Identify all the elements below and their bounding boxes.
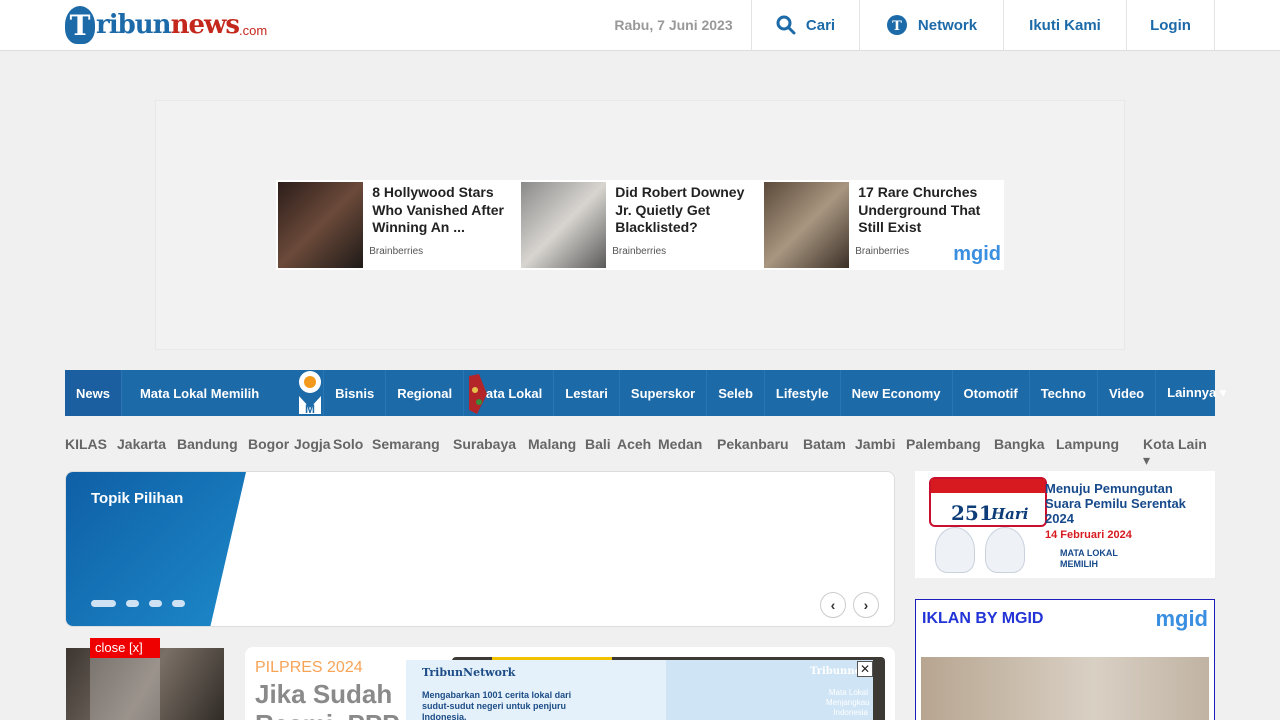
city-link[interactable]: Bali [585, 436, 611, 452]
nav-item-lestari[interactable]: Lestari [554, 370, 620, 416]
ad-thumbnail [278, 182, 364, 268]
city-link[interactable]: Batam [803, 436, 846, 452]
city-link-kilas[interactable]: KILAS [65, 436, 107, 452]
svg-text:M: M [305, 402, 315, 416]
ad-thumbnail [521, 182, 607, 268]
side-ad-title: IKLAN BY MGID [922, 610, 1044, 627]
city-link[interactable]: Surabaya [453, 436, 516, 452]
carousel-dot[interactable] [149, 600, 162, 607]
follow-button[interactable]: Ikuti Kami [1003, 0, 1126, 50]
ad-source: Brainberries [369, 246, 424, 257]
topik-pilihan-carousel: Topik Pilihan ‹ › [65, 471, 895, 627]
login-button[interactable]: Login [1126, 0, 1215, 50]
nav-item-bisnis[interactable]: Bisnis [324, 370, 387, 416]
city-link[interactable]: Pekanbaru [717, 436, 789, 452]
nav-item-mata-lokal-memilih[interactable]: Mata Lokal Memilih [122, 370, 325, 416]
svg-text:T: T [892, 19, 902, 34]
carousel-dots [91, 600, 185, 607]
network-t-icon: T [886, 14, 908, 36]
tribunnetwork-slogan: Mengabarkan 1001 cerita lokal dari sudut… [422, 690, 572, 720]
main-nav: News Mata Lokal Memilih Bisnis Regional … [65, 370, 1226, 416]
nav-item-regional[interactable]: Regional [386, 370, 465, 416]
city-link[interactable]: Medan [658, 436, 702, 452]
mgid-ad-row: 8 Hollywood Stars Who Vanished After Win… [276, 180, 1004, 270]
mgid-logo[interactable]: mgid [1155, 606, 1208, 632]
ad-title: 8 Hollywood Stars Who Vanished After Win… [372, 184, 504, 235]
ad-card[interactable]: 8 Hollywood Stars Who Vanished After Win… [276, 180, 519, 270]
nav-item-otomotif[interactable]: Otomotif [953, 370, 1030, 416]
city-link[interactable]: Bangka [994, 436, 1045, 452]
mata-lokal-memilih-logo: MATA LOKAL MEMILIH [1060, 548, 1118, 569]
current-date: Rabu, 7 Juni 2023 [614, 17, 733, 33]
city-link[interactable]: Aceh [617, 436, 651, 452]
city-link[interactable]: Bandung [177, 436, 238, 452]
city-link[interactable]: Bogor [248, 436, 289, 452]
tribunnews-slogan: Mata Lokal Menjangkau Indonesia [826, 688, 870, 717]
mgid-logo[interactable]: mgid [953, 243, 1001, 266]
ad-card[interactable]: 17 Rare Churches Underground That Still … [762, 180, 1005, 270]
search-label: Cari [805, 16, 836, 34]
nav-item-new-economy[interactable]: New Economy [841, 370, 953, 416]
tribunnews-logo[interactable]: T ribunnews .com [65, 5, 267, 45]
tribun-t-icon: T [65, 6, 95, 44]
pemilu-date: 14 Februari 2024 [1045, 529, 1132, 541]
ad-card[interactable]: Did Robert Downey Jr. Quietly Get Blackl… [519, 180, 762, 270]
site-header: T ribunnews .com Rabu, 7 Juni 2023 Cari … [0, 0, 1280, 51]
carousel-prev-button[interactable]: ‹ [820, 592, 846, 618]
ad-source: Brainberries [855, 246, 910, 257]
ad-title: 17 Rare Churches Underground That Still … [858, 184, 981, 235]
logo-text-domain: .com [239, 22, 268, 38]
city-link[interactable]: Jakarta [117, 436, 166, 452]
logo-text-news: news [170, 10, 240, 40]
mascot-icon [985, 527, 1025, 573]
close-icon[interactable]: ✕ [857, 661, 873, 677]
nav-item-video[interactable]: Video [1098, 370, 1157, 416]
city-link[interactable]: Malang [528, 436, 576, 452]
nav-item-news[interactable]: News [65, 370, 122, 416]
search-icon [776, 15, 796, 35]
mascot-icon [935, 527, 975, 573]
network-button[interactable]: T Network [859, 0, 1003, 50]
side-ad-image[interactable] [921, 657, 1209, 720]
city-link[interactable]: Solo [333, 436, 363, 452]
floating-ad-panel [90, 658, 160, 720]
city-link[interactable]: Jogja [294, 436, 331, 452]
city-link[interactable]: Palembang [906, 436, 981, 452]
side-ad: IKLAN BY MGID mgid [915, 599, 1215, 720]
nav-item-lainnya[interactable]: Lainnya ▾ [1156, 370, 1237, 416]
city-link[interactable]: Lampung [1056, 436, 1119, 452]
nav-item-techno[interactable]: Techno [1030, 370, 1098, 416]
carousel-dot[interactable] [172, 600, 185, 607]
pemilu-countdown-banner[interactable]: 251 Hari Menuju Pemungutan Suara Pemilu … [915, 471, 1215, 578]
nav-item-seleb[interactable]: Seleb [707, 370, 765, 416]
mata-lokal-decor-icon [467, 370, 489, 418]
city-link[interactable]: Semarang [372, 436, 440, 452]
ad-title: Did Robert Downey Jr. Quietly Get Blackl… [615, 184, 745, 235]
city-nav: KILAS Jakarta Bandung Bogor Jogja Solo S… [65, 436, 1215, 468]
carousel-next-button[interactable]: › [853, 592, 879, 618]
tribunnetwork-logo: TribunNetwork [422, 666, 516, 679]
nav-item-lifestyle[interactable]: Lifestyle [765, 370, 841, 416]
countdown-unit: Hari [991, 505, 1029, 523]
nav-item-superskor[interactable]: Superskor [620, 370, 708, 416]
ad-thumbnail [764, 182, 850, 268]
city-link[interactable]: Jambi [855, 436, 895, 452]
article-category[interactable]: PILPRES 2024 [255, 659, 363, 677]
ad-source: Brainberries [612, 246, 667, 257]
close-ad-button[interactable]: close [x] [90, 638, 160, 658]
network-label: Network [917, 16, 978, 34]
logo-text-tribun: ribun [96, 10, 172, 40]
topik-title: Topik Pilihan [91, 490, 184, 507]
carousel-dot[interactable] [126, 600, 139, 607]
search-button[interactable]: Cari [751, 0, 859, 50]
pemilu-title: Menuju Pemungutan Suara Pemilu Serentak … [1045, 481, 1186, 526]
more-cities-dropdown[interactable]: Kota Lain ▾ [1143, 436, 1215, 469]
countdown-days: 251 [951, 501, 993, 525]
carousel-dot[interactable] [91, 600, 116, 607]
calendar-icon: 251 Hari [929, 477, 1047, 527]
mata-lokal-pin-icon: M [295, 370, 325, 418]
tribunnetwork-sticky-ad[interactable]: TribunNetwork Mengabarkan 1001 cerita lo… [406, 660, 873, 720]
